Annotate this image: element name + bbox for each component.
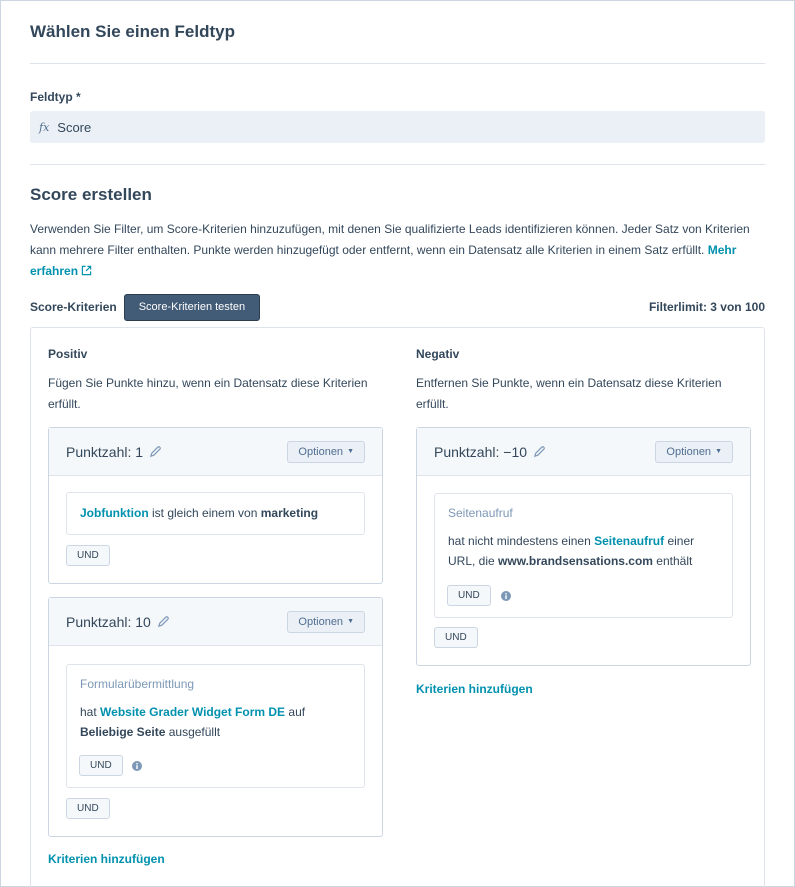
add-criteria-link[interactable]: Kriterien hinzufügen <box>416 682 533 696</box>
filter-box[interactable]: Jobfunktion ist gleich einem von marketi… <box>66 492 365 535</box>
filter-text-post: ausgefüllt <box>168 725 221 739</box>
filter-text: hat Website Grader Widget Form DE auf Be… <box>80 702 351 742</box>
card-header: Punktzahl: −10 Optionen ▼ <box>417 428 750 476</box>
filter-text-pre: hat <box>80 705 97 719</box>
filter-operator: ist gleich einem von <box>152 506 258 520</box>
divider <box>30 164 765 165</box>
info-icon[interactable] <box>132 761 142 771</box>
divider <box>30 63 765 64</box>
filter-text-post: enthält <box>656 554 693 568</box>
filter-text-pre: hat nicht mindestens einen <box>448 534 591 548</box>
external-link-icon <box>81 265 92 276</box>
points-label: Punktzahl: 1 <box>66 443 144 460</box>
criteria-panel: Positiv Fügen Sie Punkte hinzu, wenn ein… <box>30 327 765 887</box>
description-text: Verwenden Sie Filter, um Score-Kriterien… <box>30 222 750 257</box>
options-button[interactable]: Optionen ▼ <box>655 440 733 463</box>
options-label: Optionen <box>298 445 344 458</box>
positive-description: Fügen Sie Punkte hinzu, wenn ein Datensa… <box>48 376 368 411</box>
options-button[interactable]: Optionen ▼ <box>287 610 365 633</box>
options-label: Optionen <box>666 445 712 458</box>
positive-title: Positiv <box>48 347 88 361</box>
negative-title: Negativ <box>416 347 460 361</box>
filter-page: Beliebige Seite <box>80 725 166 739</box>
and-button[interactable]: UND <box>79 755 123 776</box>
negative-description: Entfernen Sie Punkte, wenn ein Datensatz… <box>416 376 722 411</box>
and-button[interactable]: UND <box>447 585 491 606</box>
card-header: Punktzahl: 10 Optionen ▼ <box>49 598 382 646</box>
filter-text: hat nicht mindestens einen Seitenaufruf … <box>448 531 719 571</box>
points-label: Punktzahl: −10 <box>434 443 528 460</box>
filter-limit: Filterlimit: 3 von 100 <box>648 300 765 314</box>
section-title: Score erstellen <box>30 185 152 204</box>
page-title: Wählen Sie einen Feldtyp <box>30 22 235 41</box>
options-label: Optionen <box>298 615 344 628</box>
info-icon[interactable] <box>501 591 511 601</box>
filter-box[interactable]: Formularübermittlung hat Website Grader … <box>66 664 365 788</box>
caret-down-icon: ▼ <box>715 448 722 455</box>
filter-value: marketing <box>260 506 319 520</box>
field-type-dialog: Wählen Sie einen Feldtyp Feldtyp * fx Sc… <box>0 0 795 887</box>
filter-type: Seitenaufruf <box>448 506 513 520</box>
options-button[interactable]: Optionen ▼ <box>287 440 365 463</box>
pencil-icon[interactable] <box>533 445 546 458</box>
and-button[interactable]: UND <box>434 627 478 648</box>
field-type-select[interactable]: fx Score <box>30 111 765 143</box>
criteria-toolbar: Score-Kriterien Score-Kriterien testen F… <box>30 293 765 321</box>
pencil-icon[interactable] <box>157 615 170 628</box>
filter-form[interactable]: Website Grader Widget Form DE <box>100 705 285 719</box>
caret-down-icon: ▼ <box>347 448 354 455</box>
filter-property[interactable]: Jobfunktion <box>80 506 149 520</box>
score-criteria-label: Score-Kriterien <box>30 300 117 314</box>
caret-down-icon: ▼ <box>347 618 354 625</box>
score-description: Verwenden Sie Filter, um Score-Kriterien… <box>30 219 765 282</box>
filter-text-mid: auf <box>288 705 306 719</box>
filter-box[interactable]: Seitenaufruf hat nicht mindestens einen … <box>434 493 733 618</box>
add-criteria-link[interactable]: Kriterien hinzufügen <box>48 852 165 866</box>
filter-type: Formularübermittlung <box>80 677 195 691</box>
and-button[interactable]: UND <box>66 798 110 819</box>
fx-formula-icon: fx <box>39 120 50 134</box>
field-type-value: Score <box>57 119 92 135</box>
card-header: Punktzahl: 1 Optionen ▼ <box>49 428 382 476</box>
filter-url: www.brandsensations.com <box>498 554 653 568</box>
pencil-icon[interactable] <box>149 445 162 458</box>
test-criteria-button[interactable]: Score-Kriterien testen <box>123 293 261 321</box>
filter-property[interactable]: Seitenaufruf <box>594 534 664 548</box>
and-button[interactable]: UND <box>66 545 110 566</box>
score-card-negative-1: Punktzahl: −10 Optionen ▼ Seitenaufruf ha… <box>416 427 751 666</box>
score-card-positive-2: Punktzahl: 10 Optionen ▼ Formularübermitt… <box>48 597 383 837</box>
score-card-positive-1: Punktzahl: 1 Optionen ▼ Jobfunktion ist g… <box>48 427 383 584</box>
field-type-label: Feldtyp * <box>30 90 81 104</box>
filter-text: Jobfunktion ist gleich einem von marketi… <box>80 503 351 523</box>
points-label: Punktzahl: 10 <box>66 613 151 630</box>
